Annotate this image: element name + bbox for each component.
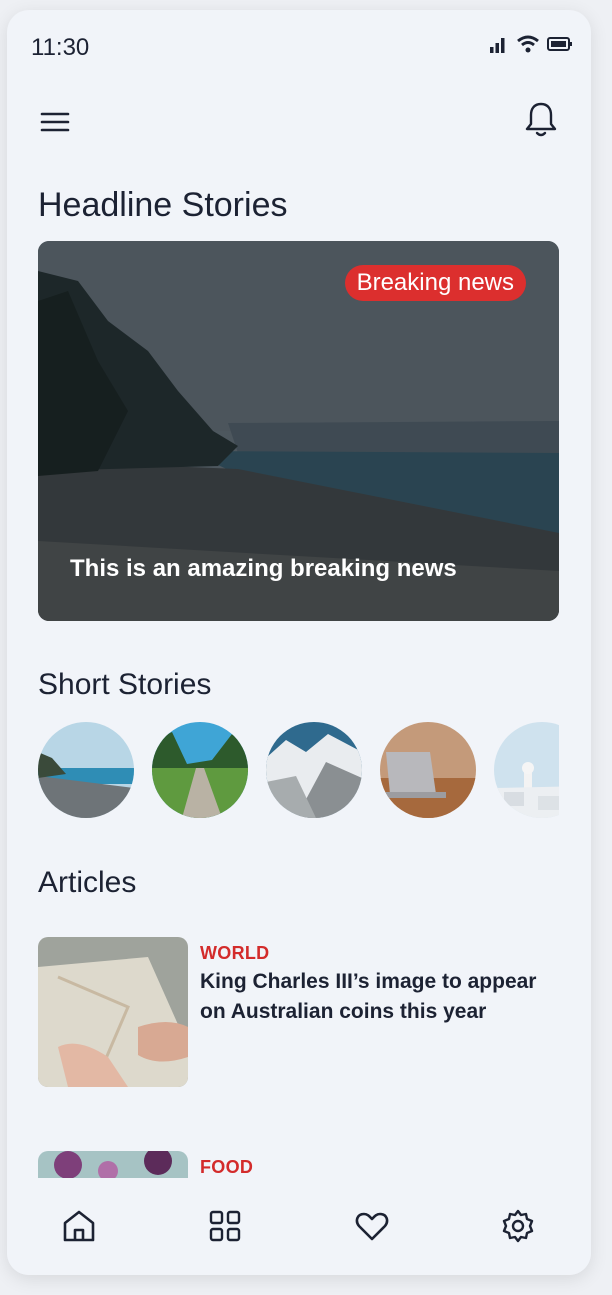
nav-settings[interactable]: [498, 1206, 538, 1246]
article-title: King Charles III’s image to appear on Au…: [200, 970, 537, 1023]
short-story-laptop[interactable]: [380, 722, 476, 818]
nav-categories[interactable]: [205, 1206, 245, 1246]
phone-screen: 11:30 Headline Stories Breaking news Thi…: [7, 10, 591, 1275]
signal-icon: [490, 38, 505, 53]
article-thumbnail: [38, 937, 188, 1087]
battery-icon: [547, 37, 572, 51]
notifications-button[interactable]: [523, 100, 559, 140]
nav-favorites[interactable]: [352, 1206, 392, 1246]
article-item[interactable]: WORLD King Charles III’s image to appear…: [38, 937, 559, 1087]
status-icons: [489, 34, 573, 54]
wifi-icon: [517, 35, 539, 53]
short-story-mountains[interactable]: [266, 722, 362, 818]
heart-icon: [355, 1212, 389, 1241]
home-icon: [63, 1210, 95, 1242]
breaking-news-badge: Breaking news: [344, 265, 526, 301]
bottom-navigation: [7, 1178, 591, 1275]
article-category: FOOD: [200, 1157, 254, 1177]
short-story-path[interactable]: [152, 722, 248, 818]
menu-button[interactable]: [38, 107, 72, 137]
bell-icon: [525, 102, 557, 137]
headline-story-caption: This is an amazing breaking news: [70, 555, 457, 582]
article-category: WORLD: [200, 943, 270, 963]
grid-icon: [209, 1210, 241, 1242]
menu-icon: [40, 112, 70, 132]
nav-home[interactable]: [59, 1206, 99, 1246]
settings-icon: [502, 1209, 534, 1243]
short-story-beach[interactable]: [38, 722, 134, 818]
short-story-village[interactable]: [494, 722, 559, 818]
short-stories-section-title: Short Stories: [38, 668, 212, 701]
short-stories-row: [38, 722, 559, 822]
headline-section-title: Headline Stories: [38, 186, 288, 224]
headline-story-card[interactable]: Breaking news This is an amazing breakin…: [38, 241, 559, 621]
articles-section-title: Articles: [38, 866, 137, 899]
status-time: 11:30: [31, 34, 90, 61]
